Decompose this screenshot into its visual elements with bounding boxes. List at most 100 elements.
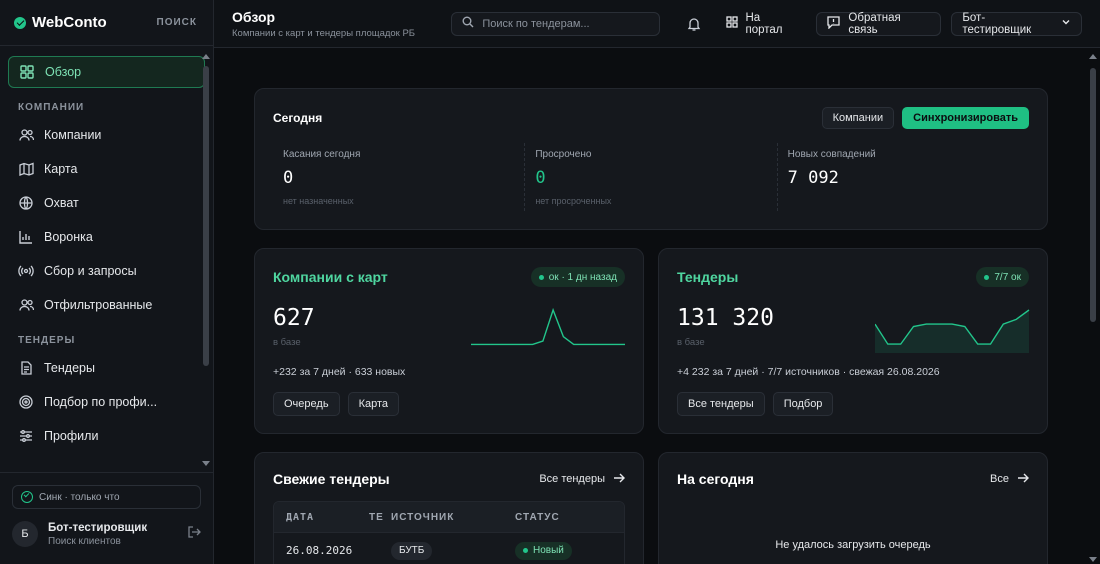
today-header: Сегодня Компании Синхронизировать: [273, 107, 1029, 129]
sidebar-item-coverage[interactable]: Охват: [8, 187, 205, 219]
user-menu-label: Бот-тестировщик: [962, 11, 1032, 36]
panels-row: Свежие тендеры Все тендеры ДАТА ТЕ ИСТОЧ…: [254, 452, 1060, 564]
table-row[interactable]: 26.08.2026 БУТБ Новый: [274, 532, 624, 564]
nav-section-companies: КОМПАНИИ: [18, 102, 85, 113]
sidebar-item-companies[interactable]: Компании: [8, 119, 205, 151]
kpi-header: Тендеры 7/7 ок: [677, 267, 1029, 287]
nav-section-tenders: ТЕНДЕРЫ: [18, 335, 76, 346]
main-scrollbar[interactable]: [1088, 52, 1098, 564]
column-header[interactable]: ТЕ: [369, 512, 391, 523]
fresh-tenders-panel: Свежие тендеры Все тендеры ДАТА ТЕ ИСТОЧ…: [254, 452, 644, 564]
stat-value: 0: [535, 168, 546, 188]
user-name: Бот-тестировщик: [48, 521, 148, 534]
check-circle-icon: [21, 491, 33, 503]
status-dot-icon: [984, 274, 990, 280]
sidebar-search-button[interactable]: ПОИСК: [157, 17, 197, 28]
column-header[interactable]: ДАТА: [274, 512, 369, 523]
sliders-icon: [18, 428, 34, 444]
search-icon: [462, 15, 474, 33]
map-button[interactable]: Карта: [347, 392, 399, 416]
brand-check-icon: [14, 16, 26, 29]
user-info: Бот-тестировщик Поиск клиентов: [48, 522, 177, 547]
sidebar-item-profiles[interactable]: Профили: [8, 420, 205, 452]
kpi-meta: +232 за 7 дней · 633 новых: [273, 366, 406, 378]
companies-sparkline: [471, 307, 625, 346]
sidebar-item-tenders[interactable]: Тендеры: [8, 352, 205, 384]
portal-link-label: На портал: [745, 11, 783, 36]
sidebar-item-label: Карта: [44, 162, 78, 176]
sidebar-item-label: Компании: [44, 128, 102, 142]
grid-icon: [725, 16, 738, 31]
search-box[interactable]: [451, 11, 661, 36]
sidebar-item-label: Отфильтрованные: [44, 298, 153, 312]
chevron-down-icon: [1061, 17, 1071, 30]
scroll-down-icon[interactable]: [1089, 557, 1097, 562]
all-tenders-button[interactable]: Все тендеры: [677, 392, 765, 416]
kpi-header: Компании с карт ок · 1 дн назад: [273, 267, 625, 287]
sidebar-item-overview[interactable]: Обзор: [8, 56, 205, 88]
scroll-up-icon[interactable]: [1089, 54, 1097, 59]
bell-icon[interactable]: [680, 10, 707, 38]
kpi-actions: Очередь Карта: [273, 392, 625, 416]
broadcast-icon: [18, 263, 34, 279]
sync-status: Синк · только что: [12, 485, 201, 509]
all-tenders-link[interactable]: Все тендеры: [539, 472, 625, 487]
sidebar-item-label: Охват: [44, 196, 79, 210]
status-badge: 7/7 ок: [976, 267, 1029, 287]
link-label: Все: [990, 473, 1009, 485]
scroll-thumb[interactable]: [203, 66, 209, 366]
avatar: Б: [12, 521, 38, 547]
sidebar-item-funnel[interactable]: Воронка: [8, 221, 205, 253]
column-header[interactable]: СТАТУС: [515, 512, 624, 523]
panel-header: На сегодня Все: [677, 471, 1029, 487]
match-button[interactable]: Подбор: [772, 392, 834, 416]
sidebar-item-label: Тендеры: [44, 361, 95, 375]
stat-value: 7 092: [787, 168, 839, 188]
users-icon: [18, 127, 34, 143]
sync-button[interactable]: Синхронизировать: [902, 107, 1029, 129]
column-header[interactable]: ИСТОЧНИК: [391, 512, 515, 523]
stat-sub: нет просроченных: [535, 196, 612, 206]
on-today-panel: На сегодня Все Не удалось загрузить очер…: [658, 452, 1048, 564]
grid-icon: [19, 64, 35, 80]
brand-name: WebConto: [32, 14, 107, 31]
page-title: Обзор: [232, 8, 276, 25]
sidebar-item-label: Сбор и запросы: [44, 264, 137, 278]
table-header: ДАТА ТЕ ИСТОЧНИК СТАТУС: [274, 502, 624, 532]
sidebar-item-map[interactable]: Карта: [8, 153, 205, 185]
tenders-sparkline: [875, 309, 1030, 353]
scroll-down-icon[interactable]: [202, 461, 210, 466]
status-badge: ок · 1 дн назад: [530, 267, 625, 287]
companies-button[interactable]: Компании: [821, 107, 895, 129]
stat-value: 0: [283, 168, 294, 188]
stat-new-matches: Новых совпадений 7 092: [778, 143, 1029, 211]
sidebar-item-collection[interactable]: Сбор и запросы: [8, 255, 205, 287]
tenders-table: ДАТА ТЕ ИСТОЧНИК СТАТУС 26.08.2026 БУТБ …: [273, 501, 625, 564]
page-subtitle: Компании с карт и тендеры площадок РБ: [232, 27, 416, 39]
panel-header: Свежие тендеры Все тендеры: [273, 471, 625, 487]
document-icon: [18, 360, 34, 376]
sidebar-item-label: Воронка: [44, 230, 93, 244]
sidebar-item-profile-match[interactable]: Подбор по профи...: [8, 386, 205, 418]
brand-logo[interactable]: WebConto: [14, 14, 107, 31]
companies-kpi-card: Компании с карт ок · 1 дн назад 627 в ба…: [254, 248, 644, 434]
search-input[interactable]: [482, 17, 650, 30]
sidebar-item-filtered[interactable]: Отфильтрованные: [8, 289, 205, 321]
feedback-button[interactable]: Обратная связь: [816, 11, 942, 36]
user-menu-button[interactable]: Бот-тестировщик: [951, 11, 1082, 36]
panel-title: Свежие тендеры: [273, 471, 390, 487]
sidebar-scrollbar[interactable]: [201, 52, 211, 468]
bar-chart-icon: [18, 229, 34, 245]
all-link[interactable]: Все: [990, 472, 1029, 487]
logout-icon[interactable]: [187, 525, 201, 544]
portal-link[interactable]: На портал: [718, 12, 807, 36]
sparkline-line: [471, 307, 625, 346]
stat-touches: Касания сегодня 0 нет назначенных: [273, 143, 526, 211]
status-text: Новый: [533, 545, 564, 556]
queue-button[interactable]: Очередь: [273, 392, 340, 416]
scroll-thumb[interactable]: [1090, 68, 1096, 322]
scroll-up-icon[interactable]: [202, 54, 210, 59]
cell-date: 26.08.2026: [286, 544, 353, 557]
feedback-label: Обратная связь: [848, 11, 901, 36]
target-icon: [18, 394, 34, 410]
